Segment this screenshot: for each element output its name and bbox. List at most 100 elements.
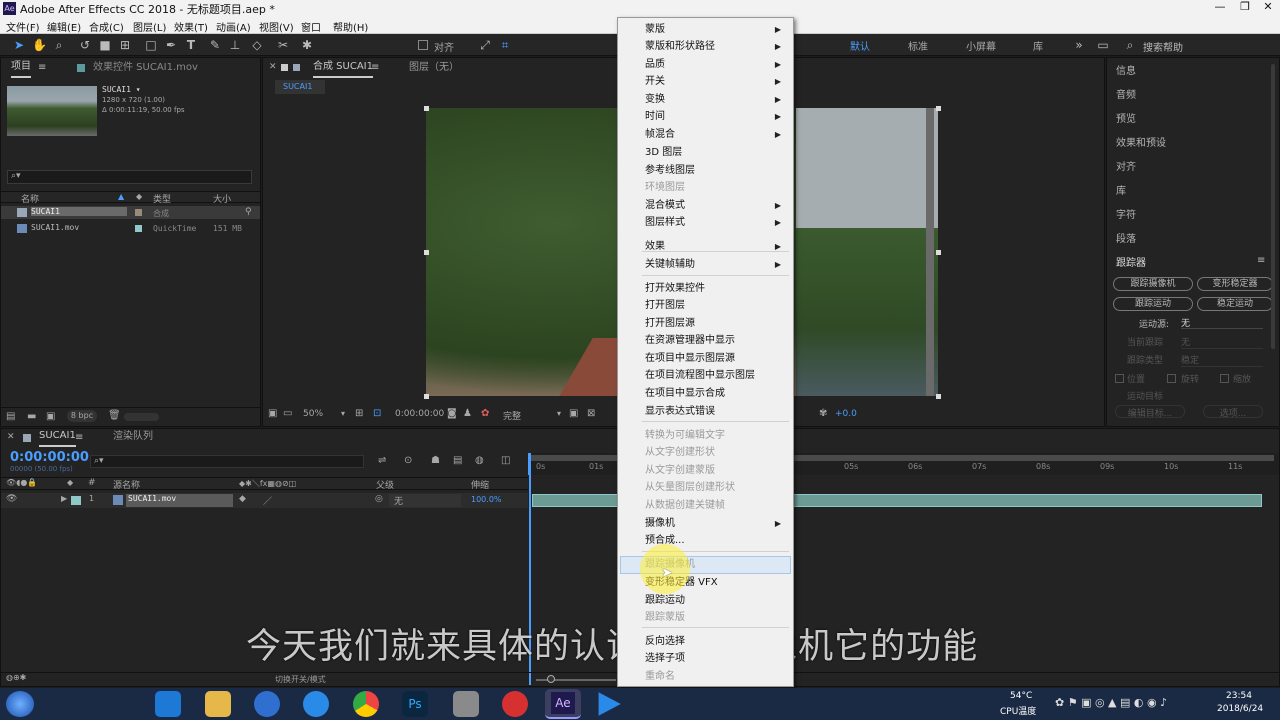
workspace-menu-icon[interactable]: ▭ — [1096, 38, 1110, 52]
menu-item[interactable]: 在项目流程图中显示图层 — [645, 368, 789, 384]
panel-audio[interactable]: 音频 — [1116, 86, 1136, 101]
track-camera-button[interactable]: 跟踪摄像机 — [1113, 277, 1193, 291]
shy-icon[interactable]: ☗ — [431, 455, 440, 466]
close-button[interactable]: ✕ — [1258, 0, 1278, 17]
photoshop-icon[interactable]: Ps — [402, 691, 428, 717]
layer-row[interactable]: 👁 ▶ 1 SUCAI1.mov ◆ ／ ◎ 无 100.0% — [1, 493, 528, 508]
align-checkbox-icon[interactable] — [418, 40, 428, 50]
hand-tool-icon[interactable]: ✋ — [32, 38, 47, 52]
video-player-icon[interactable] — [598, 692, 621, 716]
grid-icon[interactable]: ⊞ — [355, 408, 363, 419]
right-scrollbar[interactable] — [1271, 64, 1275, 349]
zoom-slider-knob[interactable] — [547, 675, 555, 683]
menu-item[interactable]: 图层样式 ▶ — [645, 215, 789, 231]
menu-edit[interactable]: 编辑(E) — [47, 19, 81, 34]
mask-visibility-icon[interactable]: ⊡ — [373, 408, 381, 419]
visibility-icon[interactable]: 👁 — [6, 494, 17, 504]
effects-controls-tab[interactable]: 效果控件 SUCAI1.mov — [93, 58, 198, 78]
app-gray-icon[interactable] — [453, 691, 479, 717]
project-row-comp[interactable]: SUCAI1 合成 ⚲ — [1, 206, 260, 219]
panel-libraries[interactable]: 库 — [1116, 182, 1126, 197]
restore-button[interactable]: ❐ — [1235, 0, 1255, 17]
brush-tool-icon[interactable]: ✎ — [208, 38, 222, 52]
minimize-button[interactable]: — — [1210, 0, 1230, 17]
tracker-menu-icon[interactable]: ≡ — [1257, 255, 1265, 266]
start-button-icon[interactable] — [6, 691, 34, 717]
menu-item[interactable]: 反向选择 — [645, 634, 789, 650]
menu-item[interactable]: 开关 ▶ — [645, 74, 789, 90]
menu-item[interactable]: 摄像机 ▶ — [645, 516, 789, 532]
layer-switch-icon[interactable]: ◆ — [239, 494, 246, 504]
menu-item[interactable]: 显示表达式错误 — [645, 404, 789, 420]
timeline-tab[interactable]: SUCAI1 — [39, 427, 76, 447]
panel-preview[interactable]: 预览 — [1116, 110, 1136, 125]
layer-name[interactable]: SUCAI1.mov — [126, 494, 233, 507]
search-help-input[interactable]: 搜索帮助 — [1143, 39, 1263, 54]
footer-icons[interactable]: ◍⊕✱ — [6, 673, 26, 682]
layer-handle[interactable] — [424, 106, 429, 111]
stretch-value[interactable]: 100.0% — [471, 495, 502, 504]
menu-item[interactable]: 效果 ▶ — [645, 239, 789, 255]
timeline-timecode[interactable]: 0:00:00:00 — [10, 450, 89, 465]
menu-item[interactable]: 变换 ▶ — [645, 92, 789, 108]
motion-source-select[interactable]: 无 — [1181, 316, 1263, 329]
menu-item[interactable]: 关键帧辅助 ▶ — [645, 257, 789, 273]
col-stretch[interactable]: 伸缩 — [471, 478, 489, 491]
layer-handle[interactable] — [424, 394, 429, 399]
layer-quality-icon[interactable]: ／ — [263, 494, 272, 507]
panel-character[interactable]: 字符 — [1116, 206, 1136, 221]
menu-item[interactable]: 选择子项 — [645, 651, 789, 667]
always-preview-icon[interactable]: ▣ — [268, 408, 277, 419]
project-tab-menu-icon[interactable]: ≡ — [38, 62, 46, 73]
comp-tab-menu-icon[interactable]: ≡ — [371, 62, 379, 73]
zoom-dropdown-icon[interactable]: ▾ — [341, 409, 345, 418]
menu-item[interactable]: 参考线图层 — [645, 163, 789, 179]
transparency-grid-icon[interactable]: ⊠ — [587, 408, 595, 419]
panel-effects-presets[interactable]: 效果和预设 — [1116, 134, 1166, 149]
workspace-small-screen[interactable]: 小屏幕 — [966, 38, 996, 53]
clock-time[interactable]: 23:54 — [1226, 691, 1252, 701]
bpc-label[interactable]: 8 bpc — [67, 410, 97, 422]
quality-dropdown-icon[interactable]: ▾ — [557, 409, 561, 418]
snap-options-icon[interactable]: ⌗ — [498, 38, 512, 52]
project-row-footage[interactable]: SUCAI1.mov QuickTime 151 MB — [1, 222, 260, 235]
menu-item[interactable]: 跟踪运动 — [645, 593, 789, 609]
workspace-default[interactable]: 默认 — [850, 38, 870, 53]
menu-file[interactable]: 文件(F) — [6, 19, 40, 34]
menu-item[interactable]: 时间 ▶ — [645, 109, 789, 125]
layer-handle[interactable] — [936, 106, 941, 111]
layer-viewer-tab[interactable]: 图层（无） — [409, 58, 459, 78]
delete-icon[interactable]: 🗑 — [108, 410, 121, 421]
media-player-icon[interactable] — [502, 691, 528, 717]
comp-sub-tab[interactable]: SUCAI1 — [275, 80, 325, 94]
project-tab[interactable]: 项目 — [11, 58, 31, 78]
col-type[interactable]: 类型 — [153, 192, 171, 205]
pen-tool-icon[interactable]: ✒ — [164, 38, 178, 52]
workspace-standard[interactable]: 标准 — [908, 38, 928, 53]
channel-icon[interactable]: ✿ — [481, 408, 489, 419]
panel-info[interactable]: 信息 — [1116, 62, 1136, 77]
comp-mini-flowchart-icon[interactable]: ⇌ — [378, 455, 386, 466]
col-size[interactable]: 大小 — [213, 192, 231, 205]
kugou-icon[interactable] — [303, 691, 329, 717]
exposure-value[interactable]: +0.0 — [835, 409, 857, 419]
draft-3d-icon[interactable]: ⊙ — [404, 455, 412, 466]
stabilize-motion-button[interactable]: 稳定运动 — [1197, 297, 1273, 311]
menu-item[interactable]: 3D 图层 — [645, 145, 789, 161]
roto-brush-tool-icon[interactable]: ✂ — [276, 38, 290, 52]
track-motion-button[interactable]: 跟踪运动 — [1113, 297, 1193, 311]
menu-item[interactable]: 蒙版 ▶ — [645, 22, 789, 38]
warp-stabilizer-button[interactable]: 变形稳定器 — [1197, 277, 1273, 291]
menu-item[interactable]: 打开图层 — [645, 298, 789, 314]
toggle-switches-label[interactable]: 切换开关/模式 — [275, 674, 326, 685]
selection-tool-icon[interactable]: ➤ — [12, 38, 26, 52]
explorer-icon[interactable] — [205, 691, 231, 717]
app-blue-icon[interactable] — [254, 691, 280, 717]
new-comp-icon[interactable]: ▣ — [46, 411, 55, 422]
camera-tool-icon[interactable]: ■ — [98, 38, 112, 52]
roi-icon[interactable]: ▣ — [569, 408, 578, 419]
after-effects-icon[interactable]: Ae — [545, 689, 581, 719]
workspace-libraries[interactable]: 库 — [1033, 38, 1043, 53]
type-tool-icon[interactable]: T — [184, 38, 198, 52]
eraser-tool-icon[interactable]: ◇ — [250, 38, 264, 52]
